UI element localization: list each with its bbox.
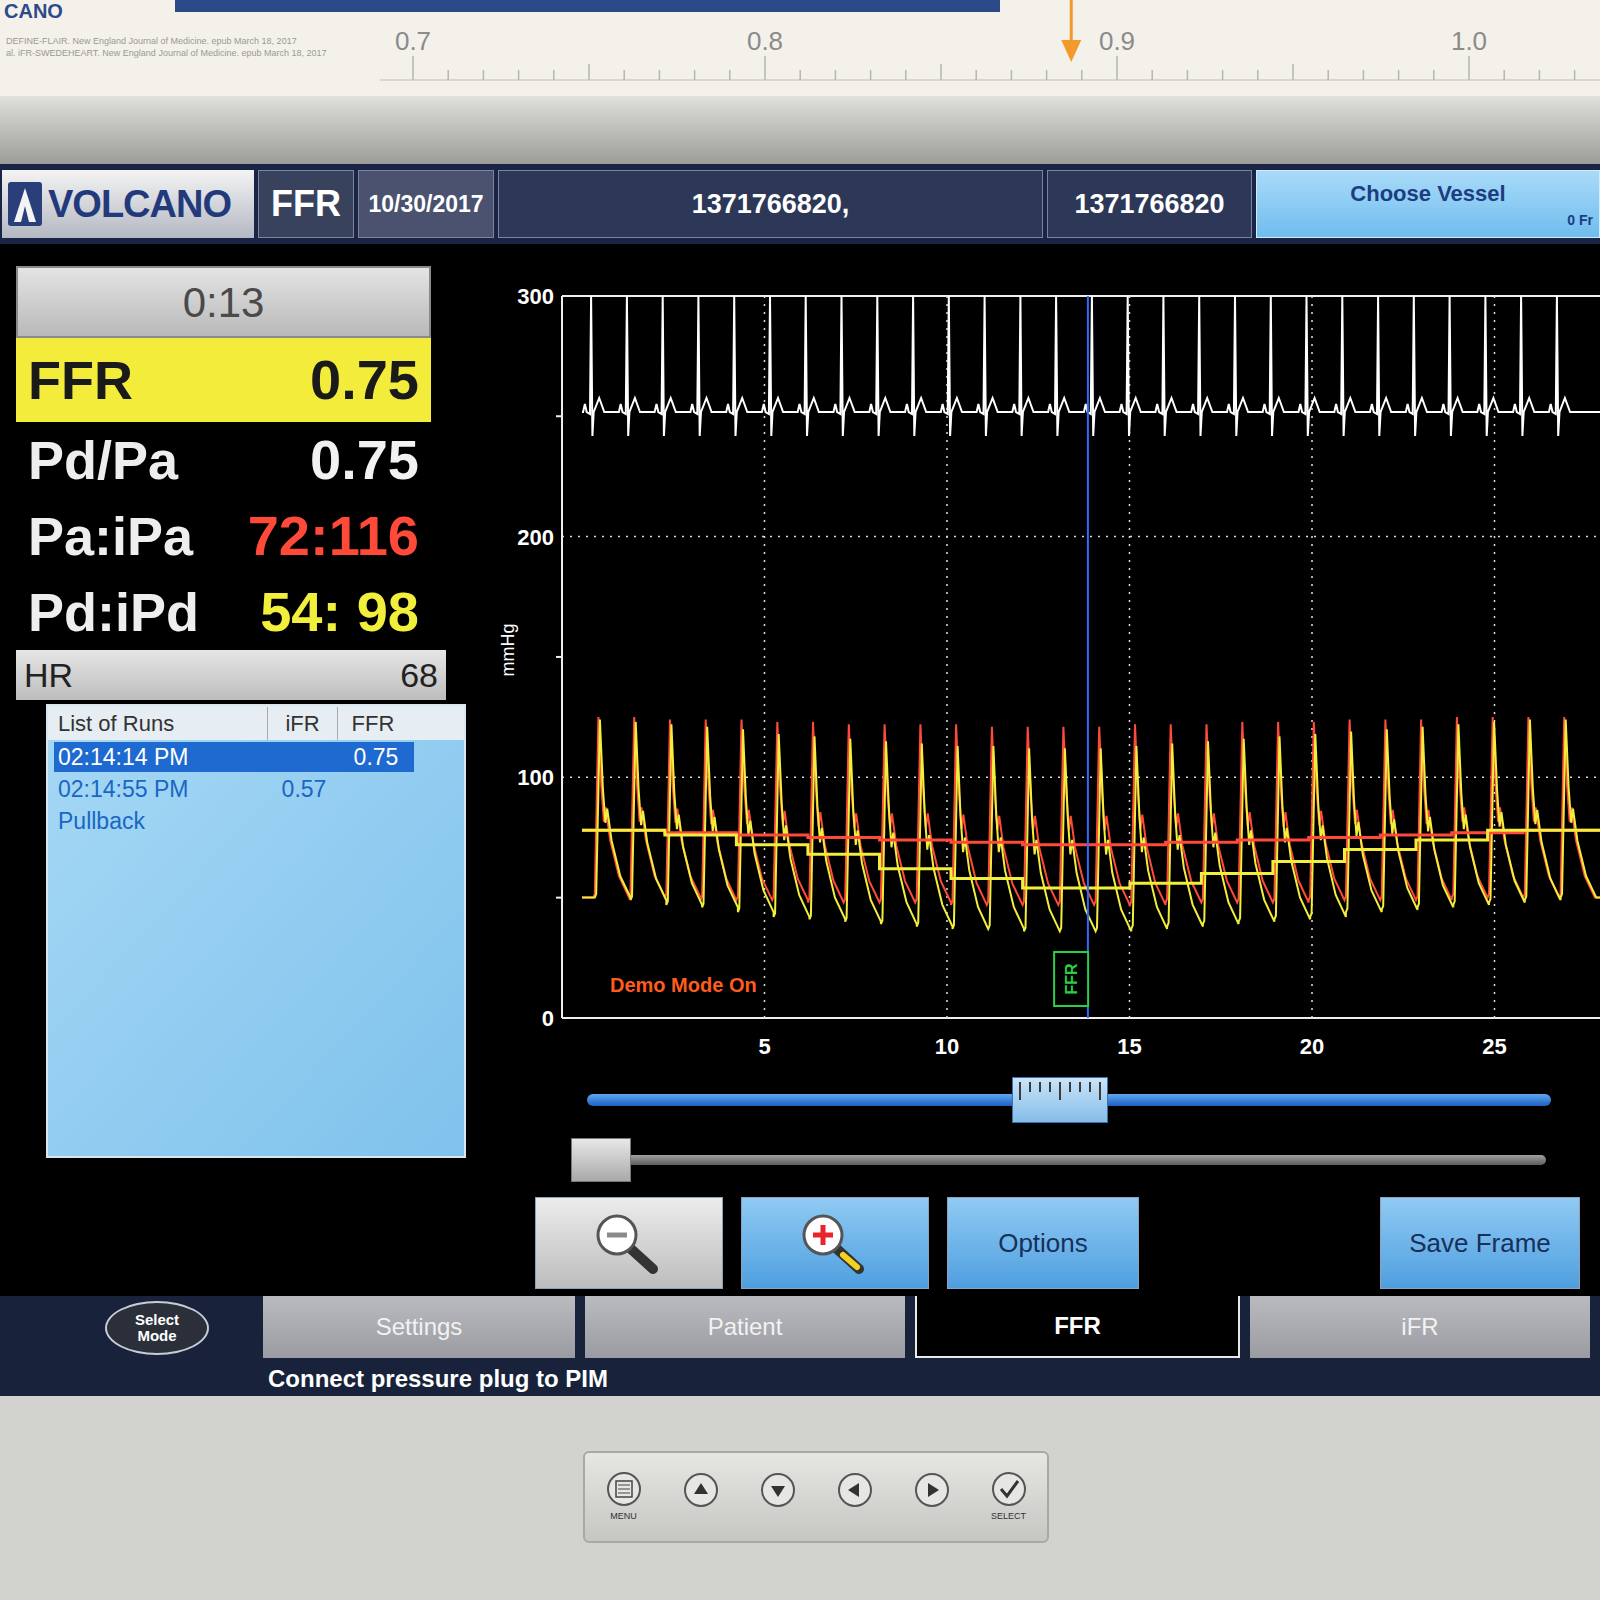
zoom-in-icon	[793, 1211, 877, 1275]
mode-label: FFR	[258, 170, 354, 238]
readout-row: Pd:iPd54: 98	[16, 574, 431, 650]
zoom-out-button[interactable]	[535, 1197, 723, 1289]
zoom-in-button[interactable]	[741, 1197, 929, 1289]
slider-thumb[interactable]	[1012, 1077, 1108, 1123]
ffr-marker: FFR	[1054, 952, 1088, 1006]
y-tick-label: 100	[517, 765, 554, 790]
options-button[interactable]: Options	[947, 1197, 1139, 1289]
status-message: Connect pressure plug to PIM	[268, 1361, 608, 1397]
x-tick-label: 15	[1117, 1034, 1141, 1059]
runs-header: List of RunsiFRFFR	[48, 706, 464, 740]
slider-thumb[interactable]	[571, 1138, 631, 1182]
logo: VOLCANO	[2, 170, 254, 238]
svg-text:FFR: FFR	[1063, 963, 1080, 995]
monitor-button[interactable]	[906, 1472, 958, 1522]
screen: VOLCANOFFR10/30/20171371766820,137176682…	[0, 164, 1600, 1396]
checkmark-icon	[991, 1471, 1027, 1507]
readout-list: FFR0.75Pd/Pa0.75Pa:iPa72:116Pd:iPd54: 98	[16, 338, 431, 650]
tab[interactable]: Patient	[585, 1296, 905, 1358]
heart-rate-bar: HR68	[16, 650, 446, 700]
patient-name-field: 1371766820,	[498, 170, 1043, 238]
y-tick-label: 200	[517, 525, 554, 550]
monitor-button[interactable]: SELECT	[983, 1471, 1035, 1524]
y-axis-title: mmHg	[498, 624, 518, 677]
run-row[interactable]: 02:14:14 PM0.75	[54, 742, 414, 772]
thumb-tick	[1029, 1082, 1031, 1092]
citation: DEFINE-FLAIR. New England Journal of Med…	[6, 36, 297, 46]
brochure: CANO DEFINE-FLAIR. New England Journal of…	[0, 0, 1600, 96]
monitor-button[interactable]	[829, 1472, 881, 1522]
thumb-tick	[1069, 1082, 1071, 1092]
main-area: 0:13FFR0.75Pd/Pa0.75Pa:iPa72:116Pd:iPd54…	[0, 244, 1600, 1190]
slider-track	[587, 1094, 1551, 1106]
thumb-tick	[1099, 1082, 1101, 1100]
marker-arrow-icon	[1061, 0, 1081, 62]
run-row[interactable]: 02:14:55 PM0.57	[54, 774, 414, 804]
timer: 0:13	[16, 266, 431, 338]
runs-list: List of RunsiFRFFR02:14:14 PM0.7502:14:5…	[46, 704, 466, 1158]
y-tick-label: 300	[517, 284, 554, 309]
ecg-trace	[582, 296, 1600, 436]
readout-panel: 0:13FFR0.75Pd/Pa0.75Pa:iPa72:116Pd:iPd54…	[0, 244, 490, 1190]
mean-pressure-line	[582, 830, 1600, 888]
tab[interactable]: FFR	[915, 1296, 1240, 1358]
monitor-button[interactable]	[752, 1472, 804, 1522]
x-tick-label: 25	[1482, 1034, 1506, 1059]
volcano-logo-icon	[8, 182, 42, 226]
readout-row: Pd/Pa0.75	[16, 422, 431, 498]
thumb-tick	[1079, 1082, 1081, 1092]
menu-icon	[606, 1471, 642, 1507]
ruler-label: 1.0	[1451, 26, 1487, 56]
pressure-wave	[582, 717, 1600, 905]
brochure-logo-fragment: CANO	[4, 0, 63, 22]
monitor-button-panel: MENU SELECT	[583, 1451, 1049, 1543]
tab-bar: SelectMode SettingsPatientFFRiFR	[0, 1296, 1600, 1362]
scroll-slider[interactable]	[490, 1130, 1600, 1190]
monitor-bezel-top	[0, 96, 1600, 164]
thumb-tick	[1059, 1082, 1061, 1100]
x-tick-label: 10	[935, 1034, 959, 1059]
x-tick-label: 20	[1300, 1034, 1324, 1059]
readout-row: FFR0.75	[16, 338, 431, 422]
thumb-tick	[1039, 1082, 1041, 1092]
thumb-tick	[1089, 1082, 1091, 1092]
tab[interactable]: iFR	[1250, 1296, 1590, 1358]
time-cursor[interactable]	[1087, 296, 1089, 1018]
readout-row: Pa:iPa72:116	[16, 498, 431, 574]
date-field: 10/30/2017	[358, 170, 494, 238]
chart-area: 0 100 200 300 5 10 15 20 25 mmHg FFR Demo Mode On	[490, 244, 1600, 1190]
monitor-bezel-bottom: MENU SELECT	[0, 1396, 1600, 1600]
tab[interactable]: Settings	[263, 1296, 575, 1358]
zoom-out-icon	[587, 1211, 671, 1275]
citation: al. iFR-SWEDEHEART. New England Journal …	[6, 48, 326, 58]
pressure-wave	[582, 720, 1600, 932]
y-tick-label: 0	[542, 1006, 554, 1031]
patient-id-field: 1371766820	[1047, 170, 1252, 238]
demo-mode-label: Demo Mode On	[610, 974, 757, 996]
header-bar: VOLCANOFFR10/30/20171371766820,137176682…	[0, 164, 1600, 244]
right-arrow-icon	[914, 1472, 950, 1508]
ruler-label: 0.7	[395, 26, 431, 56]
toolbar: Options Save Frame	[0, 1190, 1600, 1296]
left-arrow-icon	[837, 1472, 873, 1508]
brochure-ruler: CANO DEFINE-FLAIR. New England Journal of…	[0, 0, 1600, 96]
monitor-button[interactable]: MENU	[598, 1471, 650, 1524]
down-arrow-icon	[760, 1472, 796, 1508]
status-bar: Connect pressure plug to PIM	[0, 1362, 1600, 1396]
up-arrow-icon	[683, 1472, 719, 1508]
run-row[interactable]: Pullback	[54, 806, 414, 836]
ruler-label: 0.8	[747, 26, 783, 56]
choose-vessel-button[interactable]: Choose Vessel0 Fr	[1256, 170, 1600, 238]
slider-track	[571, 1155, 1546, 1165]
mean-pressure-line	[582, 830, 1600, 844]
ruler-label: 0.9	[1099, 26, 1135, 56]
select-mode-button[interactable]: SelectMode	[105, 1301, 209, 1355]
save-frame-button[interactable]: Save Frame	[1380, 1197, 1580, 1289]
thumb-tick	[1049, 1082, 1051, 1092]
pressure-chart: 0 100 200 300 5 10 15 20 25 mmHg FFR Demo Mode On	[490, 280, 1600, 1070]
x-tick-label: 5	[758, 1034, 770, 1059]
zoom-range-slider[interactable]	[490, 1070, 1600, 1130]
thumb-tick	[1019, 1082, 1021, 1100]
monitor-button[interactable]	[675, 1472, 727, 1522]
